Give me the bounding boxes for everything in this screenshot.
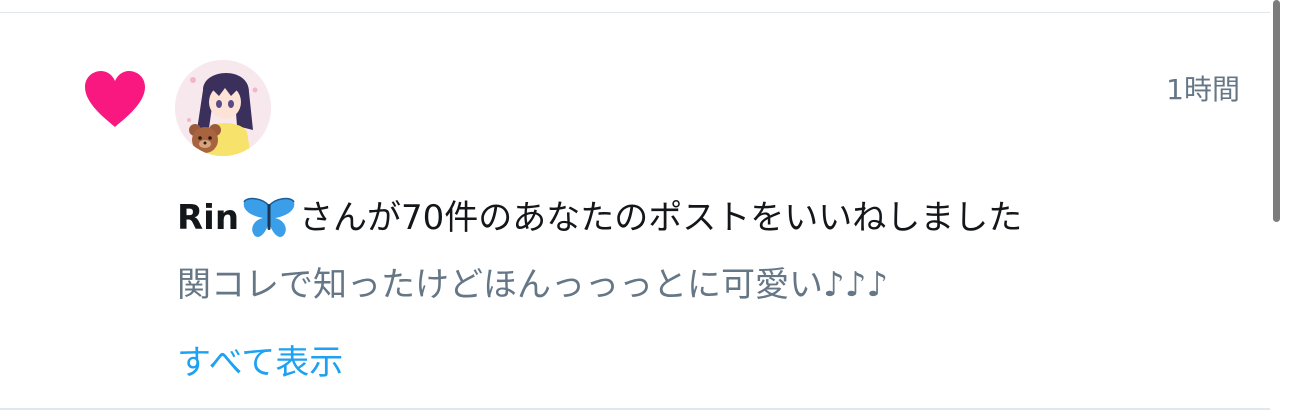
user-name[interactable]: Rin [177,196,239,240]
timestamp: 1時間 [1166,73,1240,106]
show-all-link[interactable]: すべて表示 [177,341,343,385]
butterfly-icon [243,197,295,237]
notification-headline: Rin さんが70件のあなたのポストをいいねしました [177,196,1022,240]
heart-icon [85,71,145,127]
scrollbar[interactable] [1273,0,1280,222]
like-notification[interactable]: 1時間 Rin さんが70件のあなたのポストをいいねしました 関コレで知ったけど… [0,13,1270,408]
bottom-divider [0,408,1270,410]
liked-post-text[interactable]: 関コレで知ったけどほんっっっとに可愛い♪♪♪ [177,263,888,307]
notification-action: さんが70件のあなたのポストをいいねしました [299,198,1023,238]
avatar[interactable] [175,60,271,156]
avatar-image [175,60,271,156]
